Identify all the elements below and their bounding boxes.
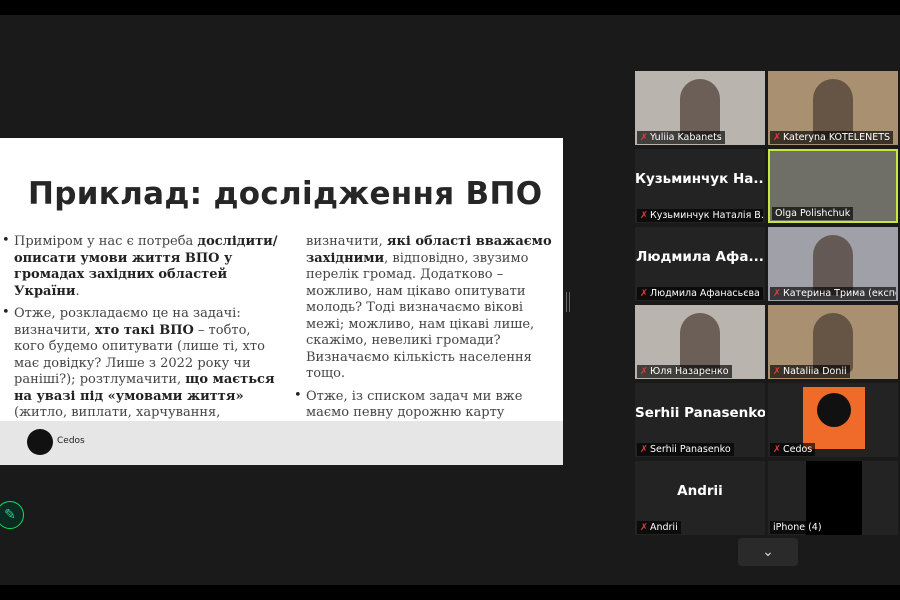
participant-tile[interactable]: Serhii Panasenko ✗ Serhii Panasenko bbox=[635, 383, 765, 457]
participant-tile[interactable]: ✗ Юля Назаренко bbox=[635, 305, 765, 379]
muted-mic-icon: ✗ bbox=[640, 366, 648, 377]
bold-text: хто такі ВПО bbox=[94, 322, 194, 338]
participant-name-label: ✗ Serhii Panasenko bbox=[637, 443, 734, 456]
bullet: Приміром у нас є потреба дослідити/ опис… bbox=[0, 233, 280, 300]
participant-name: Nataliia Donii bbox=[782, 366, 847, 377]
shared-slide: Приклад: дослідження ВПО Приміром у нас … bbox=[0, 138, 563, 465]
participant-name: Andrii bbox=[649, 522, 678, 533]
muted-mic-icon: ✗ bbox=[773, 288, 781, 299]
participant-video bbox=[680, 79, 720, 139]
participant-video bbox=[813, 235, 853, 295]
bullet-continuation: визначити, які області вважаємо західним… bbox=[292, 234, 552, 383]
participant-tile[interactable]: ✗ Kateryna KOTELENETS bbox=[768, 71, 898, 145]
participant-name: Serhii Panasenko bbox=[649, 444, 731, 455]
slide-footer: Cedos bbox=[0, 421, 563, 465]
participant-name-label: ✗ Andrii bbox=[637, 521, 681, 534]
participant-name-label: ✗ Kateryna KOTELENETS bbox=[770, 131, 894, 144]
muted-mic-icon: ✗ bbox=[773, 366, 781, 377]
participant-name-label: ✗ Nataliia Donii bbox=[770, 365, 850, 378]
participant-name: Yuliia Kabanets bbox=[649, 132, 722, 143]
participant-name-label: ✗Катерина Трима (експерт... bbox=[770, 287, 896, 300]
participant-name-label: Olga Polishchuk bbox=[772, 207, 854, 220]
muted-mic-icon: ✗ bbox=[640, 522, 648, 533]
bullet: Отже, розкладаємо це на задачі: визначит… bbox=[0, 305, 280, 438]
muted-mic-icon: ✗ bbox=[773, 444, 781, 455]
slide-title: Приклад: дослідження ВПО bbox=[28, 176, 543, 212]
participant-name: Кузьминчук Наталія В... bbox=[649, 210, 763, 221]
participant-name-label: ✗ Людмила Афанасьєва bbox=[637, 287, 763, 300]
split-resize-handle[interactable] bbox=[566, 292, 570, 312]
participant-tile[interactable]: ✗Катерина Трима (експерт... bbox=[768, 227, 898, 301]
text: , відповідно, звузимо перелік громад. До… bbox=[306, 250, 535, 382]
participant-video bbox=[813, 313, 853, 373]
participant-name-label: ✗ Cedos bbox=[770, 443, 816, 456]
participant-tile[interactable]: ✗ Yuliia Kabanets bbox=[635, 71, 765, 145]
muted-mic-icon: ✗ bbox=[640, 132, 648, 143]
participant-tile[interactable]: Olga Polishchuk bbox=[768, 149, 898, 223]
participant-tile[interactable]: Andrii ✗ Andrii bbox=[635, 461, 765, 535]
participant-name: iPhone (4) bbox=[773, 522, 822, 533]
participant-name: Катерина Трима (експерт... bbox=[782, 288, 896, 299]
participant-tile[interactable]: Людмила Афа... ✗ Людмила Афанасьєва bbox=[635, 227, 765, 301]
participant-name: Olga Polishchuk bbox=[775, 208, 851, 219]
cedos-avatar bbox=[803, 387, 865, 449]
participant-tile[interactable]: Кузьминчук На... ✗ Кузьминчук Наталія В... bbox=[635, 149, 765, 223]
participant-tile[interactable]: ✗ Cedos bbox=[768, 383, 898, 457]
participant-display-name: Andrii bbox=[677, 483, 723, 499]
cedos-logo bbox=[27, 429, 53, 455]
slide-left-column: Приміром у нас є потреба дослідити/ опис… bbox=[0, 233, 280, 444]
participant-name: Kateryna KOTELENETS bbox=[782, 132, 891, 143]
text: . bbox=[75, 283, 80, 299]
chevron-down-icon[interactable]: ⌄ bbox=[738, 538, 798, 566]
participant-name: Людмила Афанасьєва bbox=[649, 288, 760, 299]
participant-name-label: iPhone (4) bbox=[770, 521, 825, 534]
participant-display-name: Serhii Panasenko bbox=[635, 405, 765, 421]
participant-display-name: Людмила Афа... bbox=[636, 249, 764, 265]
muted-mic-icon: ✗ bbox=[640, 210, 648, 221]
participant-name: Юля Назаренко bbox=[649, 366, 729, 377]
participant-name-label: ✗ Кузьминчук Наталія В... bbox=[637, 209, 763, 222]
participant-name-label: ✗ Юля Назаренко bbox=[637, 365, 732, 378]
participant-tile[interactable]: ✗ Nataliia Donii bbox=[768, 305, 898, 379]
participant-video bbox=[680, 313, 720, 373]
text: визначити, bbox=[306, 234, 387, 249]
participant-name: Cedos bbox=[782, 444, 813, 455]
muted-mic-icon: ✗ bbox=[773, 132, 781, 143]
participant-video bbox=[813, 79, 853, 139]
footer-logo-text: Cedos bbox=[57, 436, 85, 446]
logo-circle bbox=[817, 393, 851, 427]
text: Приміром у нас є потреба bbox=[14, 234, 198, 249]
muted-mic-icon: ✗ bbox=[640, 444, 648, 455]
muted-mic-icon: ✗ bbox=[640, 288, 648, 299]
participant-name-label: ✗ Yuliia Kabanets bbox=[637, 131, 725, 144]
participant-tile[interactable]: iPhone (4) bbox=[768, 461, 898, 535]
participant-display-name: Кузьминчук На... bbox=[635, 171, 765, 187]
